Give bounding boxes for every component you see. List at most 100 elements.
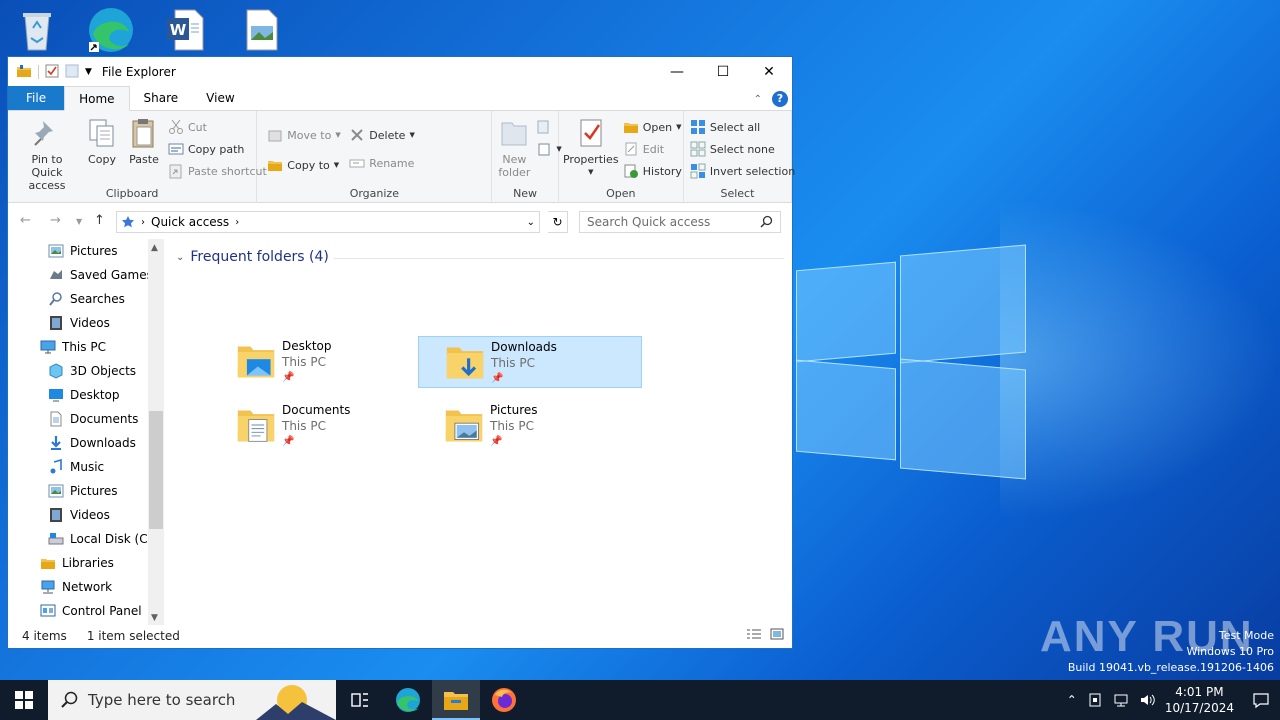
windows-start-icon [15, 691, 33, 709]
pinned-icon[interactable]: 📌 [282, 370, 332, 386]
taskbar-edge[interactable] [384, 680, 432, 720]
new-item-button[interactable] [536, 119, 552, 135]
paste-label: Paste [129, 153, 159, 166]
nav-item-pictures[interactable]: Pictures [8, 479, 164, 503]
select-none-button[interactable]: Select none [690, 141, 775, 157]
nav-item-3d-objects[interactable]: 3D Objects [8, 359, 164, 383]
task-view-button[interactable] [336, 680, 384, 720]
customize-qat-icon[interactable]: ▼ [85, 67, 92, 77]
clock-time: 4:01 PM [1175, 685, 1224, 699]
collapse-ribbon-icon[interactable]: ⌃ [754, 94, 762, 105]
nav-item-control-panel[interactable]: Control Panel [8, 599, 164, 623]
copy-button[interactable]: Copy [86, 117, 118, 166]
nav-scrollbar[interactable]: ▲ ▼ [148, 239, 164, 625]
breadcrumb-quick-access[interactable]: Quick access [151, 215, 229, 229]
new-folder-qat-icon[interactable] [65, 64, 79, 81]
folder-tile-downloads[interactable]: Downloads This PC 📌 [418, 336, 642, 388]
collapse-chevron-icon[interactable]: ⌄ [176, 252, 184, 263]
recycle-bin-icon[interactable] [12, 6, 62, 54]
show-hidden-icons-icon[interactable]: ⌃ [1067, 693, 1077, 707]
network-tray-icon[interactable] [1113, 692, 1129, 708]
minimize-button[interactable]: — [654, 57, 700, 87]
forward-button[interactable]: → [50, 213, 61, 228]
device-icon[interactable] [1087, 692, 1103, 708]
nav-item-pictures[interactable]: Pictures [8, 239, 164, 263]
copy-to-button[interactable]: Copy to ▼ [267, 157, 339, 173]
help-icon[interactable]: ? [772, 91, 788, 107]
nav-item-this-pc[interactable]: This PC [8, 335, 164, 359]
pin-to-quick-access-button[interactable]: Pin to Quick access [16, 117, 78, 192]
tab-view[interactable]: View [192, 86, 248, 110]
address-dropdown-icon[interactable]: ⌄ [527, 217, 535, 228]
taskbar-search-box[interactable]: Type here to search [48, 680, 336, 720]
tab-home[interactable]: Home [64, 86, 130, 111]
nav-item-documents[interactable]: Documents [8, 407, 164, 431]
up-button[interactable]: ↑ [94, 213, 105, 228]
scroll-down-icon[interactable]: ▼ [151, 613, 158, 623]
image-file-icon[interactable] [236, 6, 286, 54]
pinned-icon[interactable]: 📌 [490, 434, 538, 450]
volume-icon[interactable] [1139, 692, 1155, 708]
history-button[interactable]: History [623, 163, 682, 179]
taskbar-file-explorer[interactable] [432, 680, 480, 720]
watermark-line2: Windows 10 Pro [1186, 645, 1274, 658]
explorer-app-icon[interactable] [16, 63, 32, 82]
recent-locations-button[interactable]: ▼ [76, 217, 82, 226]
edge-shortcut-icon[interactable] [86, 6, 136, 54]
breadcrumb-chevron-icon[interactable]: › [235, 217, 239, 228]
nav-item-downloads[interactable]: Downloads [8, 431, 164, 455]
pinned-icon[interactable]: 📌 [282, 434, 350, 450]
frequent-folders-header[interactable]: ⌄ Frequent folders (4) [176, 249, 329, 265]
paste-shortcut-button[interactable]: Paste shortcut [168, 163, 267, 179]
new-folder-button[interactable]: New folder [496, 117, 532, 179]
nav-item-desktop[interactable]: Desktop [8, 383, 164, 407]
taskbar-firefox[interactable] [480, 680, 528, 720]
tab-file[interactable]: File [8, 86, 65, 110]
nav-item-network[interactable]: Network [8, 575, 164, 599]
open-button[interactable]: Open ▼ [623, 119, 682, 135]
edit-button[interactable]: Edit [623, 141, 664, 157]
nav-item-searches[interactable]: Searches [8, 287, 164, 311]
new-group: New folder ▼ New [492, 111, 562, 203]
maximize-button[interactable]: ☐ [700, 57, 746, 87]
nav-item-videos[interactable]: Videos [8, 311, 164, 335]
properties-button[interactable]: Properties ▼ [563, 117, 619, 179]
start-button[interactable] [0, 680, 48, 720]
refresh-button[interactable]: ↻ [548, 211, 568, 233]
select-all-button[interactable]: Select all [690, 119, 760, 135]
details-view-icon[interactable] [746, 628, 762, 640]
cut-button[interactable]: Cut [168, 119, 207, 135]
rename-button[interactable]: Rename [349, 155, 414, 171]
nav-item-local-disk-c[interactable]: Local Disk (C:) [8, 527, 164, 551]
paste-button[interactable]: Paste [128, 117, 160, 166]
taskbar: Type here to search ⌃ 4:01 PM 10/17/2024 [0, 680, 1280, 720]
move-to-button[interactable]: Move to ▼ [267, 127, 341, 143]
scrollbar-thumb[interactable] [149, 411, 163, 529]
invert-selection-button[interactable]: Invert selection [690, 163, 795, 179]
folder-tile-desktop[interactable]: Desktop This PC 📌 [210, 336, 434, 388]
pinned-icon[interactable]: 📌 [491, 371, 557, 387]
cut-label: Cut [188, 120, 207, 134]
nav-item-libraries[interactable]: Libraries [8, 551, 164, 575]
title-bar[interactable]: ▼ File Explorer — ☐ ✕ [8, 57, 792, 87]
word-document-icon[interactable]: W [160, 6, 210, 54]
folder-tile-documents[interactable]: Documents This PC 📌 [210, 400, 434, 452]
search-box[interactable]: Search Quick access [579, 211, 781, 233]
clock-date: 10/17/2024 [1164, 701, 1234, 715]
clock[interactable]: 4:01 PM 10/17/2024 [1165, 684, 1234, 716]
properties-qat-icon[interactable] [45, 64, 59, 81]
nav-item-label: Saved Games [70, 268, 153, 282]
scroll-up-icon[interactable]: ▲ [151, 243, 158, 253]
tab-share[interactable]: Share [130, 86, 193, 110]
folder-tile-pictures[interactable]: Pictures This PC 📌 [418, 400, 642, 452]
delete-button[interactable]: Delete ▼ [349, 127, 415, 143]
close-button[interactable]: ✕ [746, 57, 792, 87]
nav-item-music[interactable]: Music [8, 455, 164, 479]
large-icons-view-icon[interactable] [770, 628, 784, 640]
address-bar[interactable]: › Quick access › ⌄ [116, 211, 540, 233]
notifications-icon[interactable] [1252, 691, 1270, 709]
back-button[interactable]: ← [20, 213, 31, 228]
nav-item-videos[interactable]: Videos [8, 503, 164, 527]
nav-item-saved-games[interactable]: Saved Games [8, 263, 164, 287]
copy-path-button[interactable]: Copy path [168, 141, 244, 157]
